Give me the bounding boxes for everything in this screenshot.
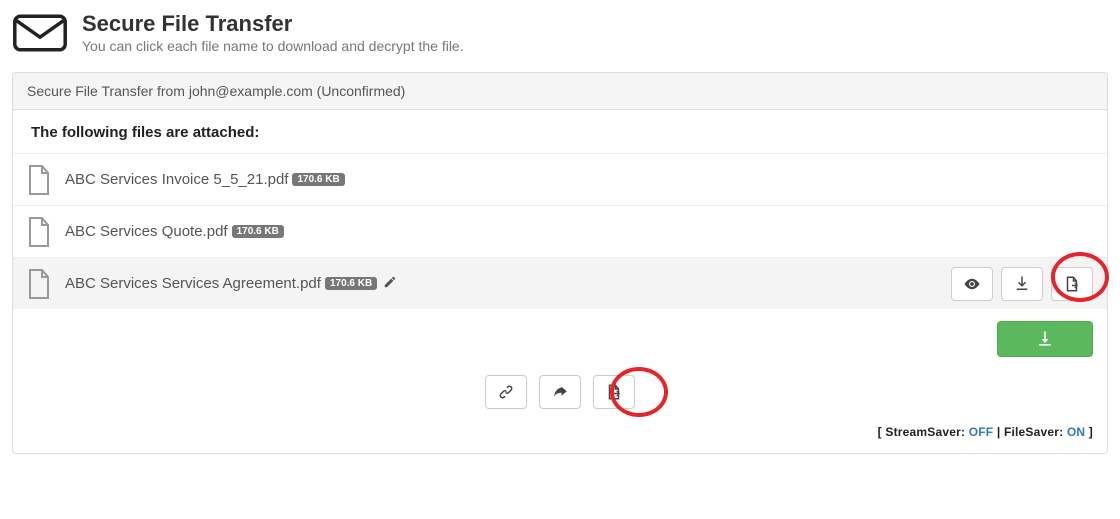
link-icon: [497, 383, 515, 401]
status-prefix: [ StreamSaver:: [878, 425, 969, 439]
file-name[interactable]: ABC Services Quote.pdf: [65, 223, 228, 240]
file-icon: [27, 165, 51, 195]
preview-button[interactable]: [951, 267, 993, 301]
export-button[interactable]: [1051, 267, 1093, 301]
export-all-button[interactable]: [593, 375, 635, 409]
page-title: Secure File Transfer: [82, 12, 464, 36]
bottom-toolbar: [27, 375, 1093, 409]
filesaver-status[interactable]: ON: [1067, 425, 1085, 439]
forward-icon: [551, 383, 569, 401]
file-icon: [27, 217, 51, 247]
download-button[interactable]: [1001, 267, 1043, 301]
streamsaver-status[interactable]: OFF: [969, 425, 994, 439]
download-icon: [1013, 275, 1031, 293]
status-mid: | FileSaver:: [993, 425, 1067, 439]
file-size-badge: 170.6 KB: [325, 277, 377, 290]
file-row[interactable]: ABC Services Invoice 5_5_21.pdf 170.6 KB: [13, 153, 1107, 205]
page-header: Secure File Transfer You can click each …: [12, 12, 1108, 64]
file-row[interactable]: ABC Services Quote.pdf 170.6 KB: [13, 205, 1107, 257]
file-export-icon: [605, 383, 623, 401]
status-suffix: ]: [1085, 425, 1093, 439]
file-row-actions: [951, 267, 1093, 301]
panel-footer: [ StreamSaver: OFF | FileSaver: ON ]: [13, 309, 1107, 453]
file-name[interactable]: ABC Services Services Agreement.pdf: [65, 275, 321, 292]
file-size-badge: 170.6 KB: [292, 173, 344, 186]
transfer-panel: Secure File Transfer from john@example.c…: [12, 72, 1108, 454]
file-icon: [27, 269, 51, 299]
panel-heading: Secure File Transfer from john@example.c…: [13, 73, 1107, 110]
download-icon: [1035, 329, 1055, 349]
file-size-badge: 170.6 KB: [232, 225, 284, 238]
link-button[interactable]: [485, 375, 527, 409]
status-line: [ StreamSaver: OFF | FileSaver: ON ]: [27, 425, 1093, 439]
file-row[interactable]: ABC Services Services Agreement.pdf 170.…: [13, 257, 1107, 309]
page-subtitle: You can click each file name to download…: [82, 38, 464, 54]
forward-button[interactable]: [539, 375, 581, 409]
mail-icon: [12, 12, 68, 54]
pencil-icon[interactable]: [383, 275, 397, 292]
file-export-icon: [1063, 275, 1081, 293]
eye-icon: [963, 275, 981, 293]
attached-title: The following files are attached:: [13, 110, 1107, 153]
download-all-button[interactable]: [997, 321, 1093, 357]
file-name[interactable]: ABC Services Invoice 5_5_21.pdf: [65, 171, 288, 188]
